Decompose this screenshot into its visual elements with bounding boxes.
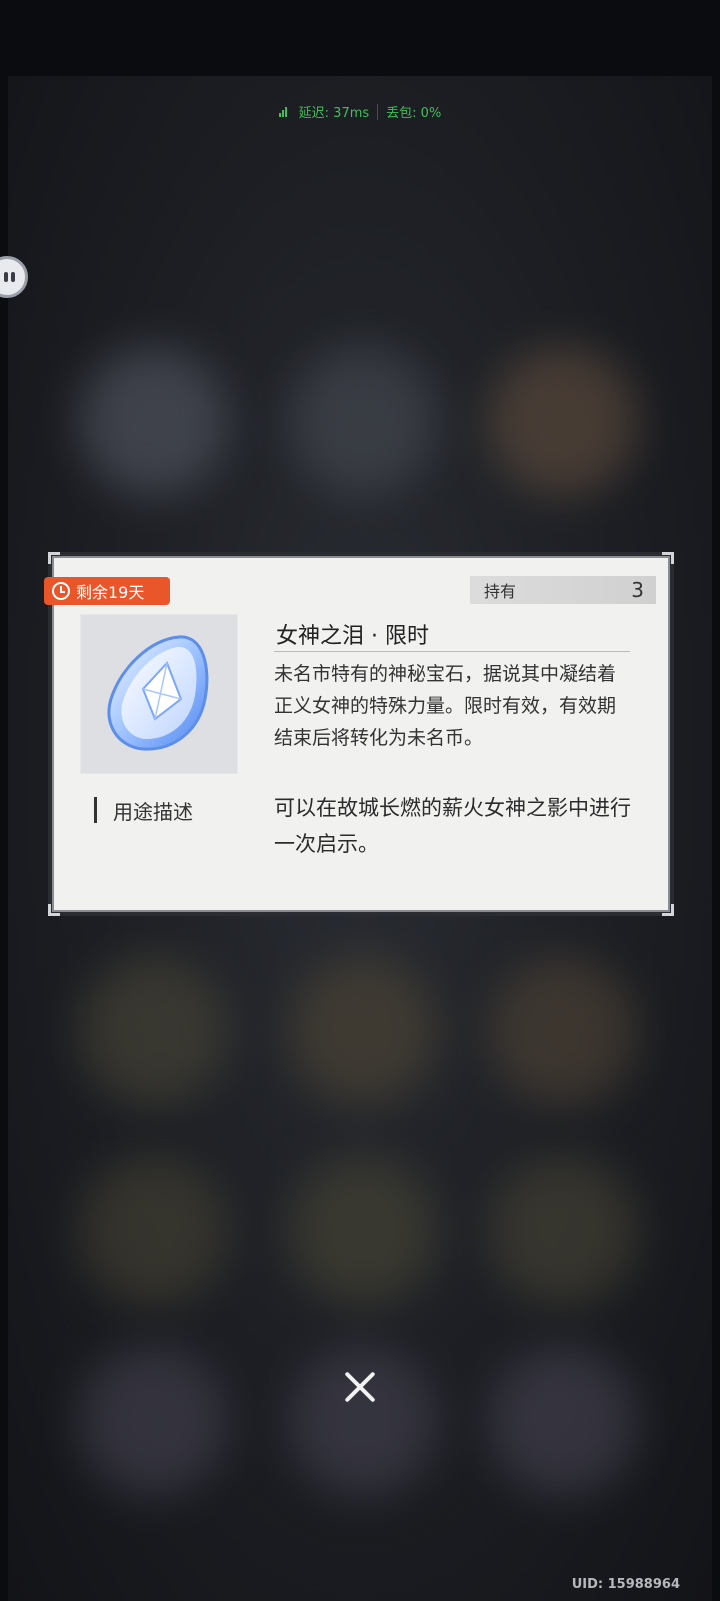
- blurred-item-slot: [78, 956, 228, 1106]
- blurred-item-slot: [288, 346, 438, 496]
- blurred-item-slot: [78, 346, 228, 496]
- uid-label: UID: 15988964: [571, 1577, 680, 1592]
- card-corner: [662, 904, 674, 916]
- blurred-item-slot: [78, 1346, 228, 1496]
- usage-label-text: 用途描述: [113, 799, 193, 824]
- blurred-item-slot: [288, 1156, 438, 1306]
- item-detail-card: 剩余19天 持有 3 女神之泪 · 限时 未名市特有的神秘宝石，据说其中凝结着正…: [44, 552, 674, 916]
- floating-assistant-icon: [4, 272, 8, 282]
- time-remaining-badge: 剩余19天: [44, 577, 170, 605]
- screen: 延迟: 37ms 丢包: 0% 剩余19天 持有 3 女神之泪 · 限时 未名市…: [0, 0, 720, 1601]
- signal-icon: [278, 106, 287, 117]
- gem-icon: [107, 635, 209, 751]
- clock-icon: [52, 582, 70, 600]
- usage-description: 可以在故城长燃的薪火女神之影中进行一次启示。: [274, 796, 631, 856]
- network-status: 延迟: 37ms 丢包: 0%: [0, 102, 720, 121]
- latency-text: 延迟: 37ms: [298, 106, 370, 121]
- card-corner: [662, 552, 674, 564]
- owned-count-bar: 持有 3: [470, 576, 656, 604]
- floating-assistant-icon-part: [11, 272, 15, 282]
- blurred-item-slot: [488, 956, 638, 1106]
- section-marker: [94, 797, 97, 823]
- status-divider: [377, 103, 379, 120]
- packet-loss-text: 丢包: 0%: [386, 106, 442, 121]
- card-corner: [48, 904, 60, 916]
- blurred-item-slot: [78, 1156, 228, 1306]
- blurred-item-slot: [488, 1346, 638, 1496]
- close-button[interactable]: [338, 1365, 382, 1409]
- blurred-item-slot: [288, 956, 438, 1106]
- item-title: 女神之泪 · 限时: [274, 618, 630, 652]
- owned-count: 3: [631, 578, 644, 602]
- blurred-item-slot: [488, 1156, 638, 1306]
- time-remaining-text: 剩余19天: [76, 583, 145, 602]
- owned-label: 持有: [484, 582, 517, 601]
- usage-section-label: 用途描述: [94, 796, 193, 824]
- item-image: [80, 614, 238, 774]
- item-description: 未名市特有的神秘宝石，据说其中凝结着正义女神的特殊力量。限时有效，有效期结束后将…: [274, 663, 617, 749]
- blurred-item-slot: [488, 346, 638, 496]
- card-corner: [48, 552, 60, 564]
